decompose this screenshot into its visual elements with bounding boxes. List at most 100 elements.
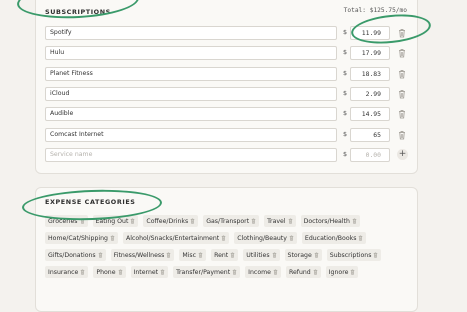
category-chip-label: Education/Books	[304, 234, 357, 242]
category-chip-label: Eating Out	[95, 217, 129, 225]
trash-icon[interactable]	[198, 252, 203, 258]
trash-icon[interactable]	[230, 252, 235, 258]
trash-icon[interactable]	[118, 269, 123, 275]
service-name-input[interactable]: Planet Fitness	[45, 66, 337, 81]
trash-icon[interactable]	[289, 235, 294, 241]
subscriptions-title: SUBSCRIPTIONS	[45, 8, 111, 16]
category-chip-label: Misc	[182, 251, 197, 259]
category-chip[interactable]: Income	[245, 266, 281, 278]
category-chip[interactable]: Alcohol/Snacks/Entertainment	[122, 232, 230, 244]
trash-icon[interactable]	[352, 218, 357, 224]
category-chip[interactable]: Subscriptions	[326, 249, 382, 261]
category-chip[interactable]: Education/Books	[301, 232, 367, 244]
service-name-input[interactable]: Spotify	[45, 26, 337, 40]
trash-icon[interactable]	[373, 252, 378, 258]
category-chip[interactable]: Gas/Transport	[203, 215, 260, 227]
category-chip[interactable]: Clothing/Beauty	[234, 232, 297, 244]
subscription-row: Comcast Internet $65	[45, 127, 410, 142]
new-service-name-input[interactable]: Service name	[45, 147, 337, 162]
trash-icon[interactable]	[110, 235, 115, 241]
service-name-input[interactable]: Comcast Internet	[45, 127, 337, 142]
category-chip-label: Rent	[214, 251, 229, 259]
category-chip-label: Phone	[96, 268, 116, 276]
trash-icon[interactable]	[272, 252, 277, 258]
category-chip[interactable]: Ignore	[325, 266, 359, 278]
category-chip[interactable]: Fitness/Wellness	[110, 249, 175, 261]
expense-categories-title: EXPENSE CATEGORIES	[45, 198, 136, 206]
category-chip[interactable]: Utilities	[243, 249, 280, 261]
price-input[interactable]: 18.83	[350, 66, 390, 81]
price-input[interactable]: 11.99	[350, 26, 390, 40]
service-name-input[interactable]: Hulu	[45, 46, 337, 61]
category-chip[interactable]: Doctors/Health	[300, 215, 360, 227]
category-chip-label: Ignore	[328, 268, 349, 276]
trash-icon[interactable]	[398, 69, 406, 79]
service-name-input[interactable]: Audible	[45, 107, 337, 122]
plus-icon[interactable]: +	[397, 148, 408, 160]
subscriptions-card: SUBSCRIPTIONS Total: $125.75/mo Spotify $…	[35, 0, 418, 174]
subscriptions-total: Total: $125.75/mo	[343, 7, 407, 14]
price-input[interactable]: 14.95	[350, 107, 390, 122]
trash-icon[interactable]	[398, 109, 406, 119]
category-chip-label: Fitness/Wellness	[113, 251, 165, 259]
currency-symbol: $	[343, 48, 348, 57]
new-subscription-row: Service name $0.00 +	[45, 147, 410, 162]
category-chip[interactable]: Home/Cat/Shipping	[45, 232, 118, 244]
expense-categories-card: EXPENSE CATEGORIES Groceries Eating Out Co…	[35, 187, 418, 312]
currency-symbol: $	[343, 129, 348, 138]
trash-icon[interactable]	[398, 28, 406, 38]
subscription-row: Planet Fitness $18.83	[45, 66, 410, 81]
category-chip[interactable]: Insurance	[45, 266, 89, 278]
category-chip[interactable]: Misc	[179, 249, 207, 261]
category-chip-label: Travel	[267, 217, 286, 225]
trash-icon[interactable]	[80, 218, 85, 224]
subscription-row: Audible $14.95	[45, 107, 410, 122]
category-chip-label: Income	[248, 268, 271, 276]
category-chip[interactable]: Phone	[93, 266, 126, 278]
price-input[interactable]: 65	[350, 127, 390, 142]
trash-icon[interactable]	[166, 252, 171, 258]
trash-icon[interactable]	[98, 252, 103, 258]
trash-icon[interactable]	[160, 269, 165, 275]
trash-icon[interactable]	[398, 130, 406, 140]
category-chip-label: Internet	[133, 268, 159, 276]
category-chip[interactable]: Rent	[211, 249, 239, 261]
category-chip[interactable]: Coffee/Drinks	[143, 215, 199, 227]
price-input[interactable]: 17.99	[350, 46, 390, 61]
category-chip[interactable]: Travel	[264, 215, 296, 227]
trash-icon[interactable]	[314, 252, 319, 258]
category-chip[interactable]: Refund	[285, 266, 321, 278]
currency-symbol: $	[343, 149, 348, 158]
category-chip[interactable]: Storage	[284, 249, 322, 261]
category-chip-label: Coffee/Drinks	[146, 217, 189, 225]
service-name-input[interactable]: iCloud	[45, 86, 337, 101]
category-chip[interactable]: Groceries	[45, 215, 88, 227]
category-chip-label: Doctors/Health	[303, 217, 350, 225]
currency-symbol: $	[343, 109, 348, 118]
category-chip[interactable]: Gifts/Donations	[45, 249, 106, 261]
category-chip-label: Subscriptions	[329, 251, 372, 259]
subscription-row: iCloud $2.99	[45, 86, 410, 101]
category-chip-label: Clothing/Beauty	[237, 234, 287, 242]
subscription-row: Hulu $17.99	[45, 46, 410, 61]
category-chip[interactable]: Internet	[130, 266, 169, 278]
trash-icon[interactable]	[358, 235, 363, 241]
trash-icon[interactable]	[80, 269, 85, 275]
trash-icon[interactable]	[190, 218, 195, 224]
trash-icon[interactable]	[313, 269, 318, 275]
trash-icon[interactable]	[130, 218, 135, 224]
trash-icon[interactable]	[232, 269, 237, 275]
category-chip-label: Refund	[288, 268, 311, 276]
trash-icon[interactable]	[350, 269, 355, 275]
category-chip[interactable]: Eating Out	[92, 215, 139, 227]
category-chip[interactable]: Transfer/Payment	[173, 266, 241, 278]
new-price-input[interactable]: 0.00	[350, 147, 390, 162]
price-input[interactable]: 2.99	[350, 86, 390, 101]
trash-icon[interactable]	[398, 89, 406, 99]
trash-icon[interactable]	[398, 48, 406, 58]
category-chip-label: Insurance	[48, 268, 79, 276]
trash-icon[interactable]	[288, 218, 293, 224]
trash-icon[interactable]	[221, 235, 226, 241]
trash-icon[interactable]	[273, 269, 278, 275]
trash-icon[interactable]	[251, 218, 256, 224]
